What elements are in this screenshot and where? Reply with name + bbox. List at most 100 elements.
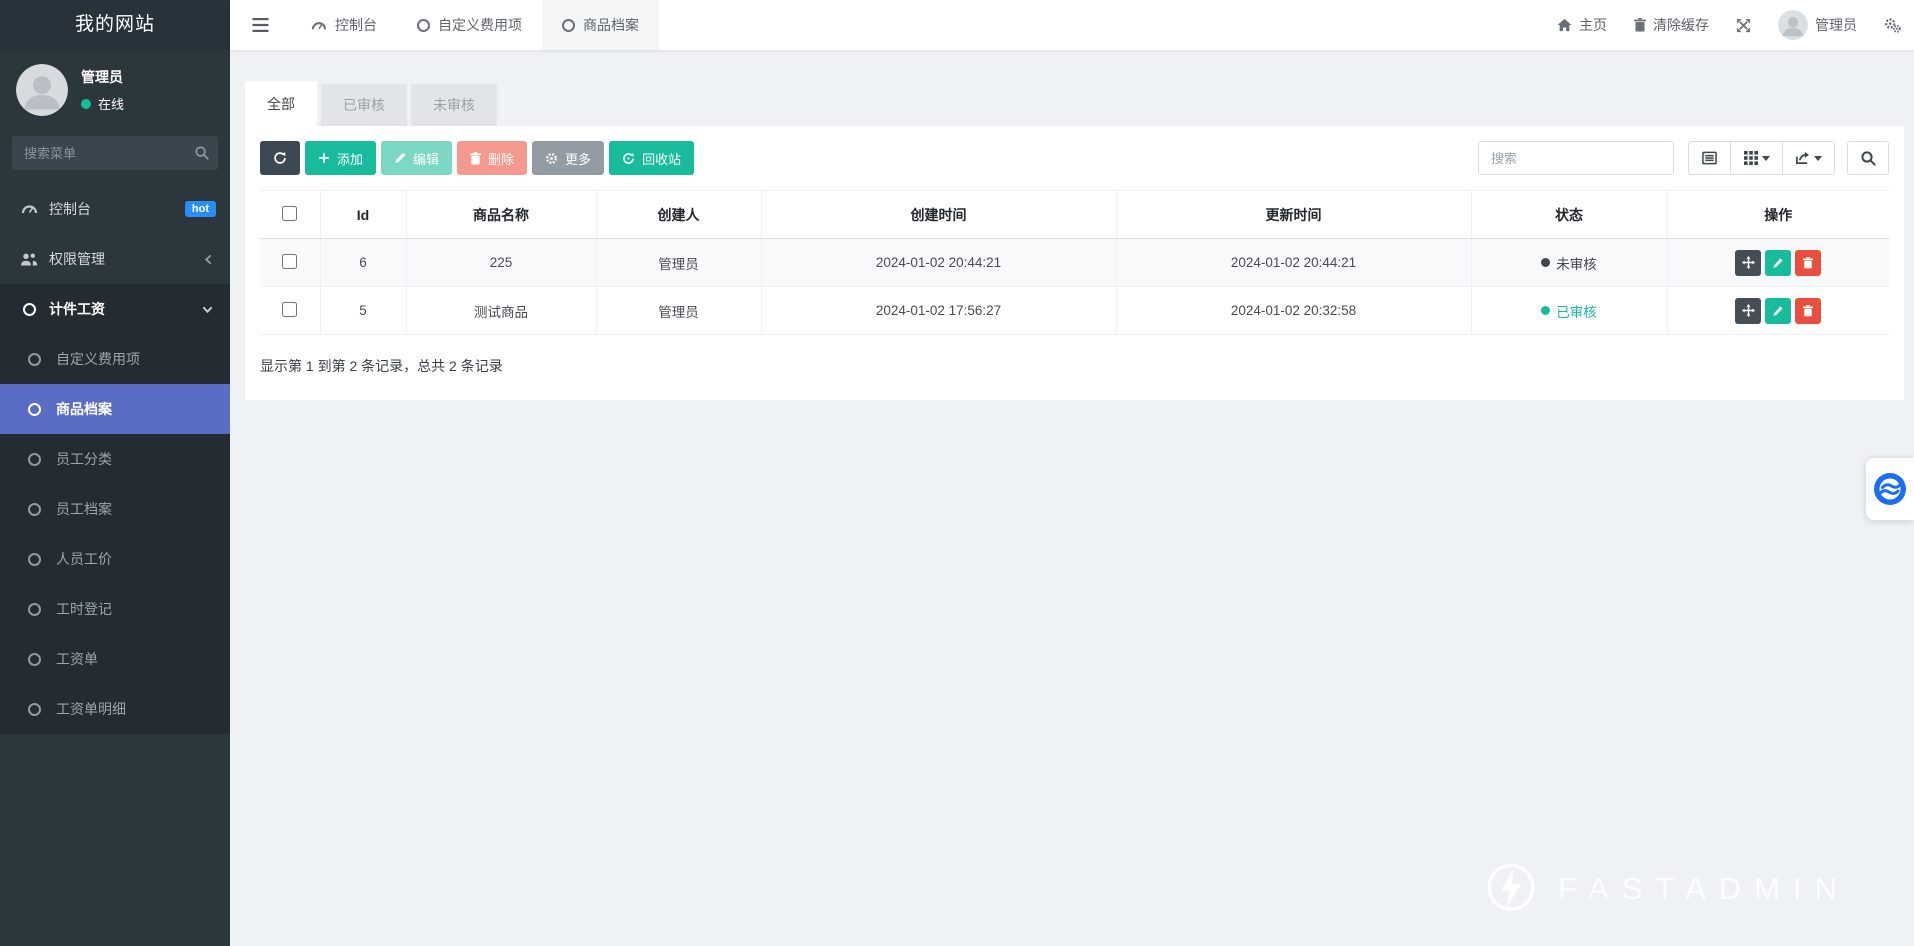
refresh-button[interactable]: [260, 141, 300, 175]
sidebar-item-piecework[interactable]: 计件工资: [0, 284, 230, 334]
cell-product-name: 225: [406, 239, 596, 287]
cell-created-time: 2024-01-02 17:56:27: [761, 287, 1116, 335]
topbar-user-label: 管理员: [1815, 15, 1857, 35]
recycle-bin-button[interactable]: 回收站: [609, 141, 694, 175]
circle-icon: [24, 503, 44, 516]
more-button[interactable]: 更多: [532, 141, 604, 175]
columns-icon: [1744, 151, 1758, 165]
row-edit-button[interactable]: [1765, 298, 1791, 324]
circle-icon: [24, 553, 44, 566]
sidebar-item-worker-price[interactable]: 人员工价: [0, 534, 230, 584]
pencil-icon: [1772, 305, 1784, 317]
avatar: [1778, 10, 1808, 40]
detail-view-icon: [1702, 151, 1717, 165]
circle-icon: [19, 303, 39, 316]
circle-icon: [24, 653, 44, 666]
watermark-text: FASTADMIN: [1558, 871, 1850, 907]
tab-custom-fees[interactable]: 自定义费用项: [397, 0, 542, 50]
header-product-name[interactable]: 商品名称: [406, 191, 596, 239]
sidebar-item-employee-category[interactable]: 员工分类: [0, 434, 230, 484]
drag-sort-button[interactable]: [1735, 298, 1761, 324]
advanced-search-button[interactable]: [1847, 141, 1889, 175]
sidebar-item-label: 人员工价: [56, 549, 112, 569]
cell-product-name: 测试商品: [406, 287, 596, 335]
menu-search: [12, 136, 218, 170]
detail-view-button[interactable]: [1688, 141, 1731, 175]
search-icon: [1860, 150, 1876, 166]
sidebar-item-label: 员工档案: [56, 499, 112, 519]
feedback-widget[interactable]: [1866, 458, 1914, 520]
gear-icon: [545, 152, 558, 165]
chevron-down-icon: [201, 304, 214, 315]
pencil-icon: [394, 152, 406, 164]
drag-sort-button[interactable]: [1735, 250, 1761, 276]
pencil-icon: [1772, 257, 1784, 269]
header-updated-time[interactable]: 更新时间: [1116, 191, 1471, 239]
header-created-time[interactable]: 创建时间: [761, 191, 1116, 239]
fastadmin-watermark: FASTADMIN: [1484, 862, 1850, 916]
tab-label: 控制台: [335, 15, 377, 35]
header-creator[interactable]: 创建人: [596, 191, 761, 239]
trash-icon: [1803, 257, 1813, 269]
move-icon: [1742, 304, 1755, 317]
table-header-row: Id 商品名称 创建人 创建时间 更新时间 状态 操作: [260, 191, 1889, 239]
sidebar-item-payroll-detail[interactable]: 工资单明细: [0, 684, 230, 734]
clear-cache-label: 清除缓存: [1653, 15, 1709, 35]
status-label: 已审核: [1556, 301, 1597, 321]
hamburger-icon[interactable]: [230, 0, 291, 50]
add-button[interactable]: 添加: [305, 141, 376, 175]
topbar-user[interactable]: 管理员: [1778, 10, 1857, 40]
recycle-icon: [622, 152, 635, 165]
fullscreen-button[interactable]: [1736, 18, 1751, 33]
circle-icon: [24, 353, 44, 366]
select-all-checkbox[interactable]: [282, 206, 297, 221]
circle-icon: [24, 603, 44, 616]
online-status-dot: [81, 99, 91, 109]
export-button[interactable]: [1783, 141, 1835, 175]
status-badge: 已审核: [1541, 301, 1597, 321]
row-edit-button[interactable]: [1765, 250, 1791, 276]
circle-icon: [24, 453, 44, 466]
trash-icon: [1634, 18, 1646, 32]
cell-creator: 管理员: [596, 239, 761, 287]
settings-button[interactable]: [1884, 17, 1901, 33]
tab-product-archive[interactable]: 商品档案: [542, 0, 659, 50]
sidebar-item-payroll[interactable]: 工资单: [0, 634, 230, 684]
row-checkbox[interactable]: [282, 302, 297, 317]
filter-tab-all[interactable]: 全部: [245, 81, 317, 126]
table-search-input[interactable]: [1478, 141, 1674, 175]
filter-tabs: 全部 已审核 未审核: [245, 81, 1904, 126]
filter-tab-unapproved[interactable]: 未审核: [411, 84, 497, 126]
status-badge: 未审核: [1541, 253, 1597, 273]
row-delete-button[interactable]: [1795, 298, 1821, 324]
cell-updated-time: 2024-01-02 20:32:58: [1116, 287, 1471, 335]
app-root: 我的网站 管理员 在线 控制: [0, 0, 1914, 946]
move-icon: [1742, 256, 1755, 269]
home-link[interactable]: 主页: [1557, 15, 1607, 35]
trash-icon: [470, 152, 481, 165]
topbar: 控制台 自定义费用项 商品档案 主页: [230, 0, 1914, 50]
sidebar-item-custom-fees[interactable]: 自定义费用项: [0, 334, 230, 384]
home-label: 主页: [1579, 15, 1607, 35]
tab-dashboard[interactable]: 控制台: [291, 0, 397, 50]
recycle-bin-label: 回收站: [642, 149, 681, 168]
sidebar-item-hours-register[interactable]: 工时登记: [0, 584, 230, 634]
add-button-label: 添加: [337, 149, 363, 168]
menu-search-input[interactable]: [12, 136, 218, 170]
row-delete-button[interactable]: [1795, 250, 1821, 276]
sidebar-item-product-archive[interactable]: 商品档案: [0, 384, 230, 434]
cell-id: 5: [320, 287, 406, 335]
record-summary: 显示第 1 到第 2 条记录，总共 2 条记录: [260, 356, 1889, 376]
header-status[interactable]: 状态: [1471, 191, 1667, 239]
sidebar-item-dashboard[interactable]: 控制台 hot: [0, 184, 230, 234]
sidebar-item-employee-archive[interactable]: 员工档案: [0, 484, 230, 534]
row-checkbox[interactable]: [282, 254, 297, 269]
clear-cache-button[interactable]: 清除缓存: [1634, 15, 1709, 35]
plus-icon: [318, 152, 330, 164]
columns-button[interactable]: [1731, 141, 1783, 175]
header-id[interactable]: Id: [320, 191, 406, 239]
sidebar-item-label: 商品档案: [56, 399, 112, 419]
sidebar-item-permissions[interactable]: 权限管理: [0, 234, 230, 284]
filter-tab-approved[interactable]: 已审核: [321, 84, 407, 126]
cell-id: 6: [320, 239, 406, 287]
